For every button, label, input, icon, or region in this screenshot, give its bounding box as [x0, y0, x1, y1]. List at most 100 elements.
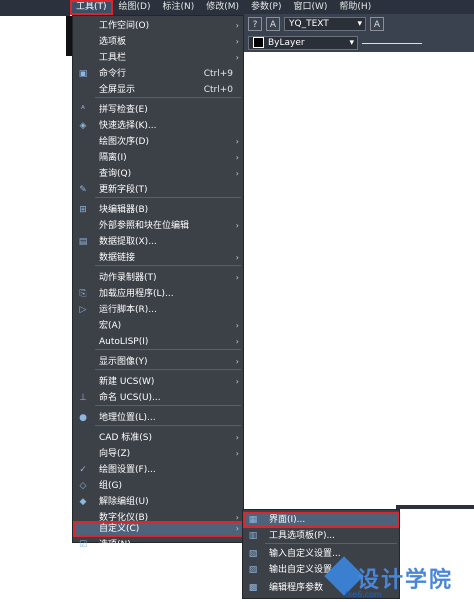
menu-item[interactable]: ◆ 解除编组(U) [73, 494, 243, 510]
linetype-sample[interactable] [362, 42, 422, 44]
menu-item[interactable]: CAD 标准(S) › [73, 430, 243, 446]
menu-item-label: 快速选择(K)... [99, 121, 157, 131]
chevron-right-icon: › [235, 21, 239, 30]
chevron-right-icon: › [235, 321, 239, 330]
menu-item[interactable]: 宏(A) › [73, 318, 243, 334]
menu-item[interactable]: ◈ 快速选择(K)... [73, 118, 243, 134]
menu-item[interactable]: 动作录制器(T) › [73, 270, 243, 286]
menu-item-label: 拼写检查(E) [99, 105, 148, 115]
menu-item-label: 查询(Q) [99, 169, 132, 179]
menu-item-icon: ◆ [79, 497, 87, 507]
dimension-style-icon[interactable]: A [370, 17, 384, 31]
menu-item[interactable]: 查询(Q) › [73, 166, 243, 182]
menu-item[interactable]: ☑ 选项(N)... [73, 537, 243, 553]
menu-modify[interactable]: 修改(M) [200, 0, 245, 15]
menu-item-icon: ✎ [79, 185, 87, 195]
color-select[interactable]: ByLayer ▾ [248, 36, 358, 50]
properties-toolbar: ByLayer ▾ [244, 34, 474, 52]
menu-item[interactable]: 数据链接 › [73, 250, 243, 266]
menu-item[interactable]: 工作空间(O) › [73, 18, 243, 34]
help-icon[interactable]: ? [248, 17, 262, 31]
submenu-item-icon: ▩ [248, 583, 258, 593]
menu-item[interactable]: 外部参照和块在位编辑 › [73, 218, 243, 234]
menu-separator [95, 97, 241, 98]
menu-item-icon: ▤ [78, 237, 88, 247]
menu-item-icon: ● [79, 413, 87, 423]
menu-item-label: 块编辑器(B) [99, 205, 149, 215]
tools-dropdown-menu: 工作空间(O) › 选项板 › 工具栏 › ▣ 命令行 Ctrl+9 全屏显示 Ctrl+0 ᴬ 拼写检… [72, 15, 244, 550]
menu-item[interactable]: ✓ 绘图设置(F)... [73, 462, 243, 478]
menu-item-label: 绘图设置(F)... [99, 465, 156, 475]
submenu-item[interactable]: ▧ 输入自定义设置... [243, 546, 399, 562]
menu-dimension[interactable]: 标注(N) [156, 0, 200, 15]
menu-item-label: 新建 UCS(W) [99, 377, 155, 387]
menu-item[interactable]: ⊥ 命名 UCS(U)... [73, 390, 243, 406]
menu-item[interactable]: ▤ 数据提取(X)... [73, 234, 243, 250]
chevron-right-icon: › [235, 137, 239, 146]
menu-separator [95, 197, 241, 198]
menu-item-icon: ◈ [79, 121, 87, 131]
menu-item[interactable]: ◇ 组(G) [73, 478, 243, 494]
menu-item-label: 工具栏 [99, 53, 127, 63]
menu-item-label: AutoLISP(I) [99, 337, 149, 347]
menu-item-icon: ⎘ [79, 289, 87, 299]
submenu-item-icon: ▨ [248, 565, 258, 575]
chevron-right-icon: › [235, 221, 239, 230]
submenu-item[interactable]: ▥ 工具选项板(P)... [243, 528, 399, 544]
submenu-separator [265, 543, 397, 544]
menu-separator [95, 349, 241, 350]
menu-item[interactable]: ● 地理位置(L)... [73, 410, 243, 426]
menu-item-label: 命令行 [99, 69, 127, 79]
menu-item[interactable]: 工具栏 › [73, 50, 243, 66]
menu-item[interactable]: ▣ 命令行 Ctrl+9 [73, 66, 243, 82]
menu-item-label: 数据提取(X)... [99, 237, 157, 247]
menu-item[interactable]: ▷ 运行脚本(R)... [73, 302, 243, 318]
menu-item-icon: ▷ [79, 305, 87, 315]
menu-item-icon: ᴬ [81, 105, 85, 115]
menu-draw[interactable]: 绘图(D) [113, 0, 157, 15]
menu-parametric[interactable]: 参数(P) [245, 0, 287, 15]
submenu-item[interactable]: ▦ 界面(I)... [243, 512, 399, 528]
text-style-icon[interactable]: A [266, 17, 280, 31]
menu-item[interactable]: 新建 UCS(W) › [73, 374, 243, 390]
menu-item[interactable]: 自定义(C) › [73, 521, 243, 537]
menu-item[interactable]: 全屏显示 Ctrl+0 [73, 82, 243, 98]
menu-item-label: 向导(Z) [99, 449, 131, 459]
menu-item[interactable]: 隔离(I) › [73, 150, 243, 166]
menu-item-icon: ◇ [79, 481, 87, 491]
menu-item[interactable]: ⎘ 加载应用程序(L)... [73, 286, 243, 302]
chevron-down-icon: ▾ [349, 38, 354, 48]
menu-item[interactable]: ⊞ 块编辑器(B) [73, 202, 243, 218]
menu-window[interactable]: 窗口(W) [288, 0, 334, 15]
submenu-item-icon: ▥ [248, 531, 258, 541]
menu-tools[interactable]: 工具(T) [70, 0, 113, 15]
menu-item-label: 选项(N)... [99, 540, 140, 550]
chevron-right-icon: › [235, 153, 239, 162]
menu-item-label: 工作空间(O) [99, 21, 150, 31]
menu-item-label: 组(G) [99, 481, 122, 491]
app-titlebar-left [0, 0, 70, 16]
menu-item-label: 动作录制器(T) [99, 273, 157, 283]
menu-item-label: 地理位置(L)... [99, 413, 156, 423]
chevron-right-icon: › [235, 37, 239, 46]
menu-item[interactable]: 绘图次序(D) › [73, 134, 243, 150]
menu-item[interactable]: 选项板 › [73, 34, 243, 50]
chevron-right-icon: › [235, 524, 239, 533]
menu-separator [95, 369, 241, 370]
chevron-right-icon: › [235, 433, 239, 442]
chevron-right-icon: › [235, 377, 239, 386]
menu-item[interactable]: AutoLISP(I) › [73, 334, 243, 350]
menu-item[interactable]: 向导(Z) › [73, 446, 243, 462]
menu-help[interactable]: 帮助(H) [333, 0, 377, 15]
menu-item-label: 更新字段(T) [99, 185, 148, 195]
submenu-item-icon: ▧ [248, 549, 258, 559]
menu-item-label: 命名 UCS(U)... [99, 393, 161, 403]
menu-item-label: 全屏显示 [99, 85, 136, 95]
chevron-right-icon: › [235, 357, 239, 366]
menu-item[interactable]: 显示图像(Y) › [73, 354, 243, 370]
chevron-right-icon: › [235, 169, 239, 178]
text-style-select[interactable]: YQ_TEXT ▾ [284, 17, 366, 31]
menu-item-shortcut: Ctrl+9 [203, 69, 233, 79]
menu-item[interactable]: ᴬ 拼写检查(E) [73, 102, 243, 118]
menu-item[interactable]: ✎ 更新字段(T) [73, 182, 243, 198]
